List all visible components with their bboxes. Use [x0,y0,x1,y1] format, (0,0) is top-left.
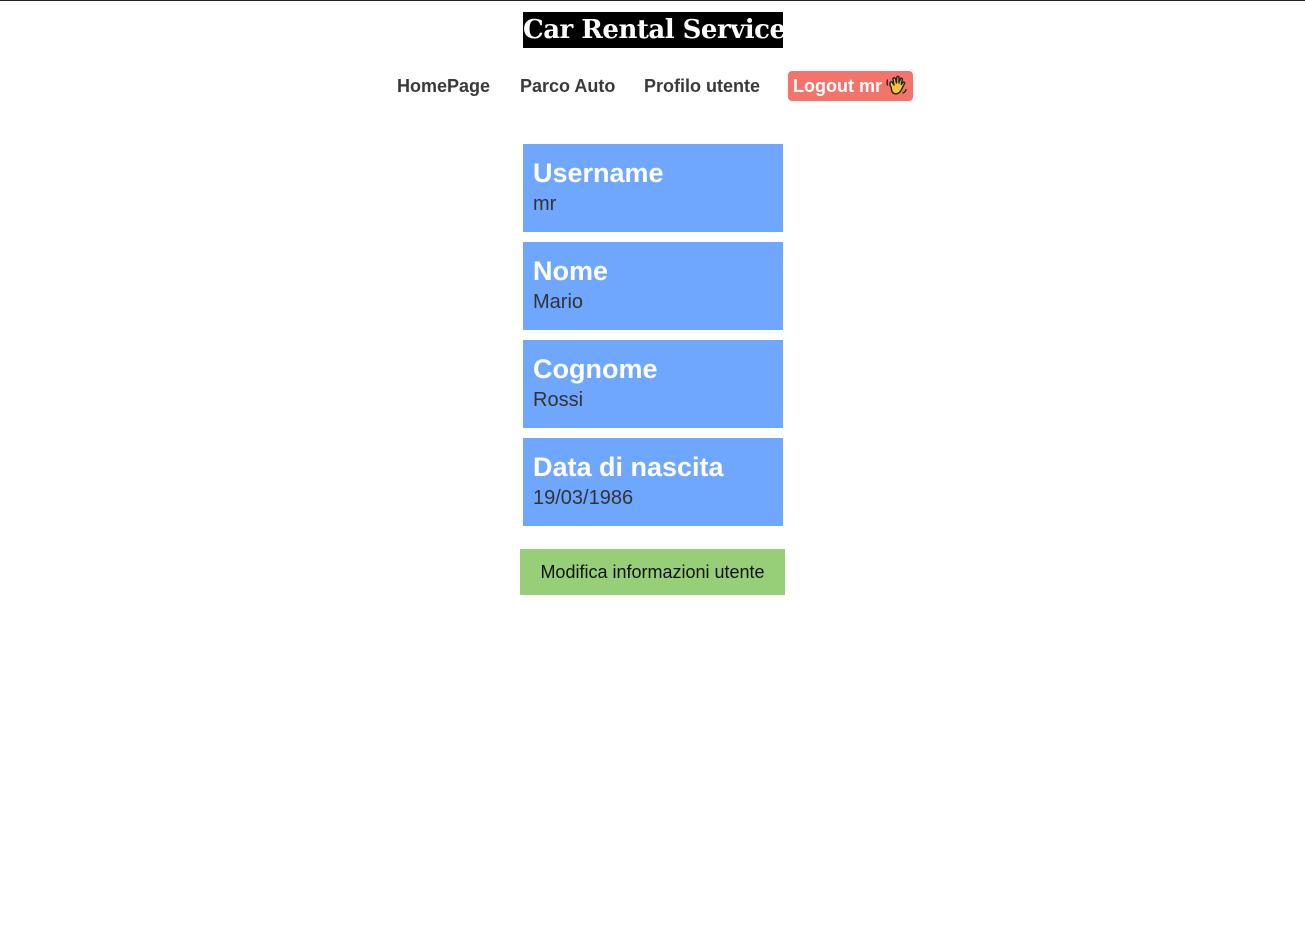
nome-card: Nome Mario [523,242,783,330]
nav-link-homepage[interactable]: HomePage [397,71,490,101]
nome-label: Nome [533,256,609,286]
nome-value: Mario [533,291,584,313]
cognome-card: Cognome Rossi [523,340,783,428]
username-label: Username [533,158,664,188]
edit-user-info-button[interactable]: Modifica informazioni utente [520,549,785,595]
username-card: Username mr [523,144,783,232]
nav-link-profilo-utente[interactable]: Profilo utente [644,71,760,101]
data-di-nascita-value: 19/03/1986 [533,487,634,509]
data-di-nascita-card: Data di nascita 19/03/1986 [523,438,783,526]
logout-label: Logout mr [793,76,882,96]
site-title: Car Rental Service [523,12,783,48]
main-nav: HomePage Parco Auto Profilo utente Logou… [0,71,1305,101]
logout-button[interactable]: Logout mr [788,71,913,101]
data-di-nascita-label: Data di nascita [533,452,724,482]
waving-hand-icon [886,75,907,95]
username-value: mr [533,193,557,215]
cognome-label: Cognome [533,354,658,384]
cognome-value: Rossi [533,389,584,411]
nav-link-parco-auto[interactable]: Parco Auto [520,71,615,101]
